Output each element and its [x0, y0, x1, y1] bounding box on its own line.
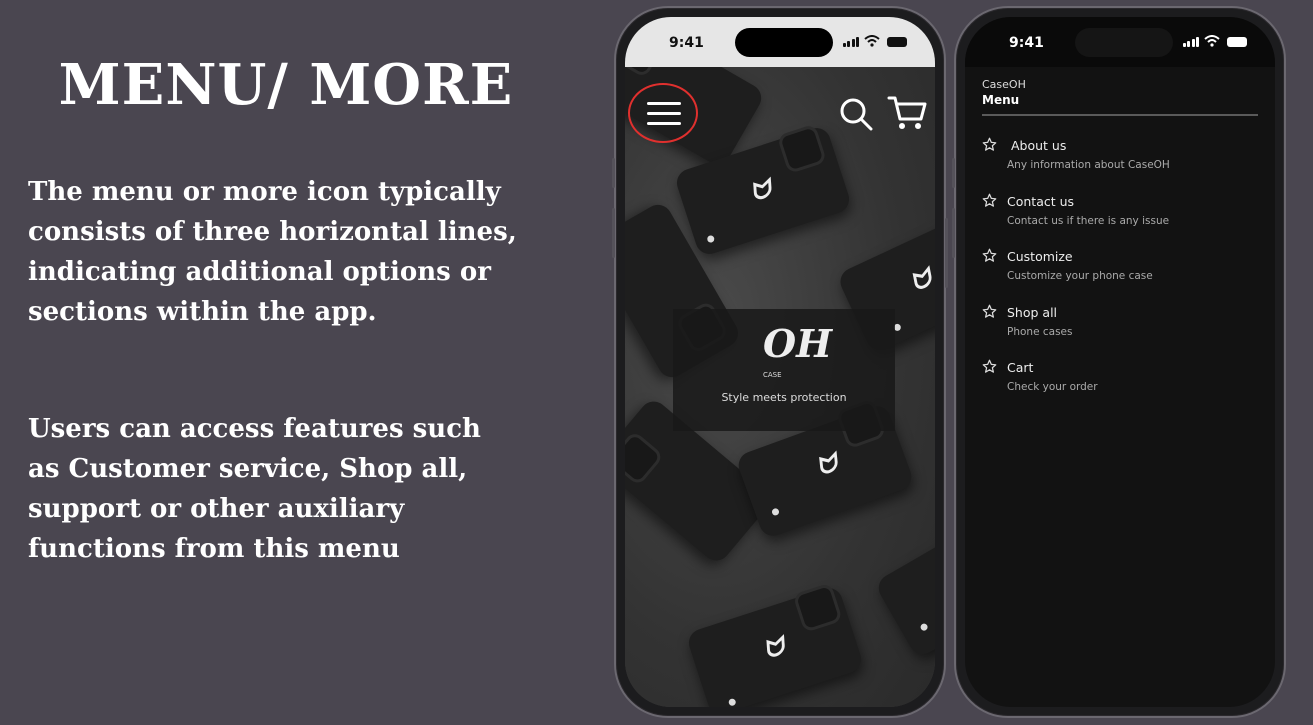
- status-icons: [1182, 35, 1247, 47]
- description-paragraph-2: Users can access features such as Custom…: [28, 414, 481, 564]
- brand-logo: OH: [763, 321, 833, 366]
- menu-item-description: Contact us if there is any issue: [1007, 214, 1170, 227]
- dynamic-island: [735, 28, 833, 57]
- menu-item-description: Any information about CaseOH: [1007, 159, 1170, 171]
- home-screen: ᗢ ᗢ ᗢ ᗢ OH CASE Style meets protection 9…: [625, 17, 935, 707]
- side-button: [612, 208, 615, 258]
- search-icon[interactable]: [839, 97, 873, 131]
- tagline: Style meets protection: [721, 391, 847, 404]
- menu-item-contact-us[interactable]: Contact us Contact us if there is any is…: [982, 191, 1258, 247]
- status-icons: [842, 35, 907, 47]
- menu-item-label: Shop all: [1007, 304, 1058, 320]
- side-button: [952, 158, 955, 188]
- star-icon: [982, 248, 997, 262]
- case-image: ᗢ: [685, 582, 865, 707]
- menu-item-description: Check your order: [1007, 381, 1098, 393]
- menu-item-customize[interactable]: Customize Customize your phone case: [982, 246, 1258, 302]
- menu-item-shop-all[interactable]: Shop all Phone cases: [982, 302, 1258, 358]
- cart-icon[interactable]: [887, 95, 927, 131]
- menu-item-label: Customize: [1007, 249, 1073, 264]
- phone-home-mockup: ᗢ ᗢ ᗢ ᗢ OH CASE Style meets protection 9…: [612, 6, 948, 718]
- menu-list: About us Any information about CaseOH Co…: [982, 135, 1258, 413]
- menu-screen: 9:41 CaseOH Menu About us Any informatio…: [965, 17, 1275, 707]
- brand-logo-case: CASE: [763, 371, 782, 379]
- star-icon: [982, 193, 997, 207]
- divider: [982, 114, 1258, 116]
- case-image: [873, 502, 935, 660]
- menu-item-description: Phone cases: [1007, 325, 1073, 338]
- menu-item-about-us[interactable]: About us Any information about CaseOH: [982, 135, 1258, 191]
- menu-item-description: Customize your phone case: [1007, 270, 1153, 282]
- status-time: 9:41: [669, 35, 704, 51]
- star-icon: [982, 359, 997, 373]
- menu-item-label: Cart: [1007, 360, 1034, 375]
- status-time: 9:41: [1009, 35, 1044, 51]
- brand-logo-banner: OH CASE Style meets protection: [673, 309, 895, 431]
- hero-background: ᗢ ᗢ ᗢ ᗢ OH CASE Style meets protection: [625, 17, 935, 707]
- side-button: [952, 208, 955, 258]
- battery-icon: [887, 37, 907, 47]
- brand-name: CaseOH: [982, 78, 1026, 91]
- menu-icon[interactable]: [647, 102, 681, 128]
- battery-icon: [1227, 37, 1247, 47]
- phone-menu-mockup: 9:41 CaseOH Menu About us Any informatio…: [952, 6, 1286, 718]
- signal-icon: [1182, 37, 1199, 47]
- star-icon: [982, 137, 997, 151]
- wifi-icon: [1204, 35, 1220, 47]
- signal-icon: [842, 37, 859, 47]
- side-button: [945, 218, 948, 288]
- star-icon: [982, 304, 997, 318]
- description-paragraph-1: The menu or more icon typically consists…: [28, 177, 517, 327]
- side-button: [612, 158, 615, 188]
- dynamic-island: [1075, 28, 1173, 57]
- status-bar: 9:41: [965, 17, 1275, 67]
- menu-item-label: Contact us: [1007, 193, 1075, 209]
- menu-item-label: About us: [1011, 138, 1067, 153]
- slide-title: MENU/ MORE: [58, 52, 514, 118]
- menu-item-cart[interactable]: Cart Check your order: [982, 357, 1258, 413]
- status-bar: 9:41: [625, 17, 935, 67]
- menu-title: Menu: [982, 93, 1020, 107]
- menu-header: CaseOH Menu: [982, 78, 1258, 116]
- wifi-icon: [864, 35, 880, 47]
